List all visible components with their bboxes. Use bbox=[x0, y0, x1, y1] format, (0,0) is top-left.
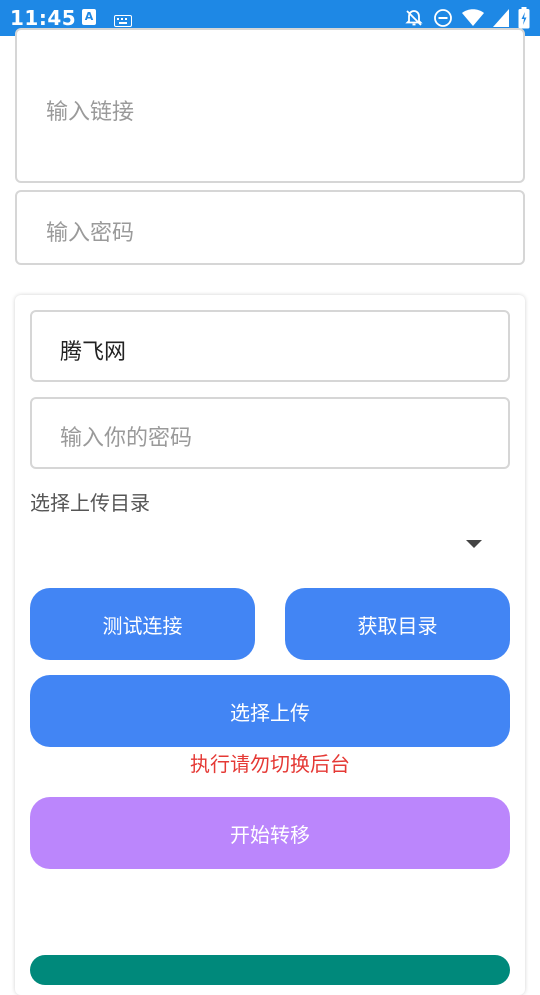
your-password-placeholder: 输入你的密码 bbox=[60, 426, 193, 451]
password-placeholder: 输入密码 bbox=[46, 221, 135, 246]
directory-select[interactable] bbox=[30, 518, 510, 570]
account-value: 腾飞网 bbox=[60, 340, 127, 365]
link-placeholder: 输入链接 bbox=[46, 100, 135, 125]
select-upload-button[interactable]: 选择上传 bbox=[30, 675, 510, 747]
bottom-action-button[interactable] bbox=[30, 955, 510, 985]
a-icon: A bbox=[82, 9, 96, 25]
get-directory-button[interactable]: 获取目录 bbox=[285, 588, 510, 660]
status-time: 11:45 bbox=[10, 6, 77, 30]
directory-label: 选择上传目录 bbox=[30, 491, 150, 515]
start-transfer-button[interactable]: 开始转移 bbox=[30, 797, 510, 869]
test-connection-button[interactable]: 测试连接 bbox=[30, 588, 255, 660]
signal-icon bbox=[493, 9, 509, 27]
dnd-icon bbox=[433, 8, 453, 28]
wifi-icon bbox=[462, 9, 484, 27]
warning-text: 执行请勿切换后台 bbox=[190, 752, 350, 776]
battery-charging-icon bbox=[518, 7, 530, 29]
notifications-off-icon bbox=[404, 8, 424, 28]
chevron-down-icon[interactable] bbox=[466, 540, 482, 548]
